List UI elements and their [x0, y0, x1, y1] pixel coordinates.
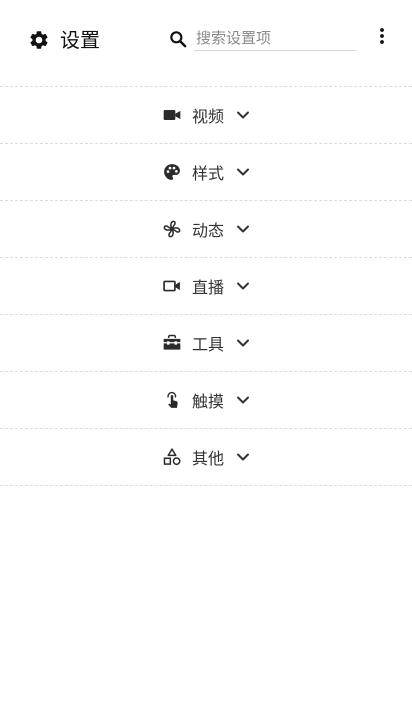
touch-icon — [162, 390, 182, 410]
gear-icon — [28, 29, 50, 51]
chevron-down-icon — [237, 111, 249, 119]
section-touch[interactable]: 触摸 — [0, 372, 412, 429]
chevron-down-icon — [237, 282, 249, 290]
fan-icon — [162, 219, 182, 239]
chevron-down-icon — [237, 339, 249, 347]
section-label: 其他 — [191, 449, 224, 468]
title-area: 设置 — [28, 26, 100, 54]
more-menu-button[interactable] — [372, 27, 392, 49]
videocam-icon — [162, 105, 182, 125]
section-label: 工具 — [191, 335, 224, 354]
toolbox-icon — [162, 333, 182, 353]
search-icon[interactable] — [168, 29, 188, 49]
video-camera-outline-icon — [162, 276, 182, 296]
section-label: 视频 — [191, 107, 224, 126]
section-tools[interactable]: 工具 — [0, 315, 412, 372]
section-dynamic[interactable]: 动态 — [0, 201, 412, 258]
page-title: 设置 — [60, 28, 100, 52]
chevron-down-icon — [237, 396, 249, 404]
section-label: 直播 — [191, 278, 224, 297]
settings-sections: 视频 样式 动态 直播 工具 触摸 其他 — [0, 86, 412, 486]
section-label: 触摸 — [191, 392, 224, 411]
chevron-down-icon — [237, 225, 249, 233]
more-vert-icon — [379, 26, 385, 50]
section-video[interactable]: 视频 — [0, 87, 412, 144]
search-input[interactable] — [194, 25, 356, 51]
palette-icon — [162, 162, 182, 182]
chevron-down-icon — [237, 168, 249, 176]
search-bar — [168, 24, 358, 54]
chevron-down-icon — [237, 453, 249, 461]
app-header: 设置 — [0, 0, 412, 86]
section-label: 动态 — [191, 221, 224, 240]
section-other[interactable]: 其他 — [0, 429, 412, 486]
section-label: 样式 — [191, 164, 224, 183]
section-style[interactable]: 样式 — [0, 144, 412, 201]
shapes-icon — [162, 447, 182, 467]
section-live[interactable]: 直播 — [0, 258, 412, 315]
